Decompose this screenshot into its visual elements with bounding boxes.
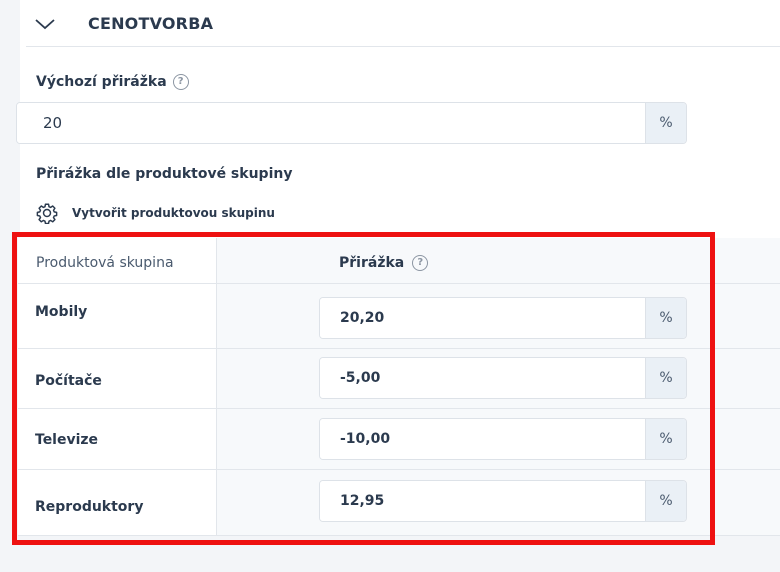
default-markup-input-group: 20 % bbox=[16, 102, 687, 144]
table-row-markup-input-group: -10,00 % bbox=[319, 418, 687, 460]
section-header[interactable]: CENOTVORBA bbox=[26, 0, 780, 47]
row-divider bbox=[18, 535, 780, 536]
default-markup-label-text: Výchozí přirážka bbox=[36, 74, 167, 90]
table-row-name: Televize bbox=[35, 432, 99, 448]
row-divider bbox=[18, 469, 780, 470]
section-title: CENOTVORBA bbox=[88, 14, 214, 33]
default-markup-label: Výchozí přirážka ? bbox=[36, 74, 189, 90]
column-header-group: Produktová skupina bbox=[36, 255, 174, 271]
table-row-markup-input-group: 20,20 % bbox=[319, 297, 687, 339]
table-row-name: Mobily bbox=[35, 304, 88, 320]
markup-input[interactable]: 20,20 bbox=[320, 298, 645, 338]
percent-unit: % bbox=[645, 419, 686, 459]
column-header-markup: Přirážka ? bbox=[339, 255, 429, 271]
percent-unit: % bbox=[645, 103, 686, 143]
markup-input[interactable]: 12,95 bbox=[320, 481, 645, 521]
create-product-group-label: Vytvořit produktovou skupinu bbox=[72, 206, 275, 220]
help-icon[interactable]: ? bbox=[412, 255, 429, 271]
percent-unit: % bbox=[645, 481, 686, 521]
group-markup-label: Přirážka dle produktové skupiny bbox=[36, 166, 293, 182]
default-markup-input[interactable]: 20 bbox=[17, 103, 645, 143]
markup-input[interactable]: -5,00 bbox=[320, 358, 645, 398]
table-row-markup-input-group: -5,00 % bbox=[319, 357, 687, 399]
row-divider bbox=[18, 408, 780, 409]
markup-input[interactable]: -10,00 bbox=[320, 419, 645, 459]
chevron-down-icon[interactable] bbox=[34, 14, 56, 34]
gear-icon bbox=[36, 203, 58, 224]
table-row-markup-input-group: 12,95 % bbox=[319, 480, 687, 522]
table-row-name: Počítače bbox=[35, 373, 102, 389]
row-divider bbox=[18, 283, 780, 284]
column-header-markup-label: Přirážka bbox=[339, 255, 405, 271]
product-group-table: Produktová skupina Přirážka ? Mobily 20,… bbox=[18, 238, 780, 536]
percent-unit: % bbox=[645, 358, 686, 398]
create-product-group-link[interactable]: Vytvořit produktovou skupinu bbox=[36, 202, 275, 224]
help-icon[interactable]: ? bbox=[172, 74, 189, 90]
row-divider bbox=[18, 348, 780, 349]
percent-unit: % bbox=[645, 298, 686, 338]
table-row-name: Reproduktory bbox=[35, 499, 144, 515]
